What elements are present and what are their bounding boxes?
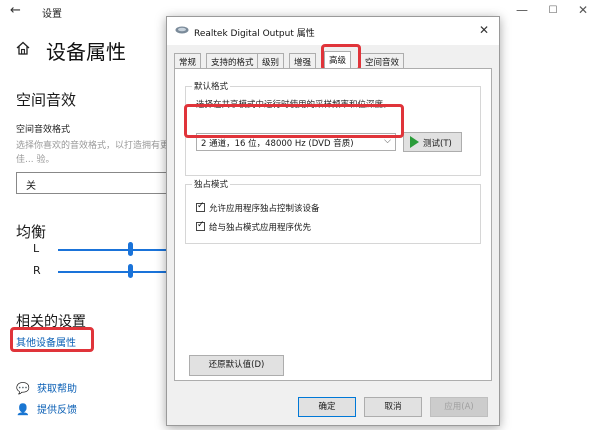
spatial-description: 选择你喜欢的音效格式，以打造拥有更佳... 验。 — [16, 141, 170, 165]
back-arrow-icon[interactable]: ← — [10, 3, 21, 18]
maximize-icon[interactable]: ☐ — [545, 5, 561, 16]
highlight-box-advanced-tab — [321, 44, 361, 71]
test-button[interactable]: 测试(T) — [403, 132, 462, 152]
balance-right-slider-thumb[interactable] — [127, 264, 133, 278]
help-chat-icon: 💬 — [16, 382, 30, 395]
feedback-link[interactable]: 👤 提供反馈 — [16, 401, 77, 416]
exclusive-priority-checkbox[interactable] — [196, 220, 205, 231]
balance-right-label: R — [33, 264, 41, 277]
default-format-group-label: 默认格式 — [192, 80, 231, 92]
settings-window-title: 设置 — [42, 9, 62, 20]
close-icon[interactable]: ✕ — [575, 3, 591, 17]
properties-dialog: Realtek Digital Output 属性 ✕ 常规 支持的格式 级别 … — [166, 16, 500, 426]
speaker-device-icon — [175, 26, 189, 34]
home-icon[interactable] — [16, 41, 30, 55]
get-help-label: 获取帮助 — [37, 384, 77, 395]
exclusive-mode-group: 独占模式 允许应用程序独占控制该设备 给与独占模式应用程序优先 — [185, 178, 481, 244]
feedback-person-icon: 👤 — [16, 403, 30, 416]
highlight-box-format-select — [184, 104, 404, 138]
dialog-titlebar[interactable]: Realtek Digital Output 属性 ✕ — [167, 17, 499, 45]
allow-exclusive-label[interactable]: 允许应用程序独占控制该设备 — [209, 202, 320, 214]
dialog-title: Realtek Digital Output 属性 — [194, 29, 315, 39]
tab-supported-formats[interactable]: 支持的格式 — [206, 53, 259, 69]
sample-format-value: 2 通道，16 位，48000 Hz (DVD 音质) — [201, 139, 354, 149]
spatial-heading: 空间音效 — [16, 91, 77, 109]
get-help-link[interactable]: 💬 获取帮助 — [16, 380, 77, 395]
balance-heading: 均衡 — [16, 223, 47, 241]
spatial-format-label: 空间音效格式 — [16, 125, 71, 135]
spatial-format-value: 关 — [26, 181, 36, 192]
tab-spatial-sound[interactable]: 空间音效 — [360, 53, 405, 69]
tab-general[interactable]: 常规 — [174, 53, 202, 69]
apply-button[interactable]: 应用(A) — [430, 397, 488, 417]
ok-button[interactable]: 确定 — [298, 397, 356, 417]
exclusive-mode-group-label: 独占模式 — [192, 178, 231, 190]
minimize-icon[interactable]: — — [514, 3, 530, 17]
allow-exclusive-checkbox[interactable] — [196, 201, 205, 212]
balance-left-label: L — [33, 242, 40, 255]
balance-left-slider-thumb[interactable] — [127, 242, 133, 256]
cancel-button[interactable]: 取消 — [364, 397, 422, 417]
exclusive-priority-label[interactable]: 给与独占模式应用程序优先 — [209, 221, 311, 233]
spatial-format-select[interactable]: 关 — [16, 172, 186, 194]
tab-levels[interactable]: 级别 — [257, 53, 285, 69]
test-button-label: 测试(T) — [423, 139, 452, 149]
restore-defaults-button[interactable]: 还原默认值(D) — [189, 355, 284, 376]
play-icon — [410, 136, 419, 148]
dialog-close-icon[interactable]: ✕ — [479, 23, 489, 37]
tab-enhancements[interactable]: 增强 — [289, 53, 317, 69]
highlight-box-related-link — [10, 327, 94, 352]
balance-right-track[interactable] — [58, 271, 178, 273]
page-title: 设备属性 — [46, 40, 126, 64]
balance-left-track[interactable] — [58, 249, 178, 251]
feedback-label: 提供反馈 — [37, 405, 77, 416]
